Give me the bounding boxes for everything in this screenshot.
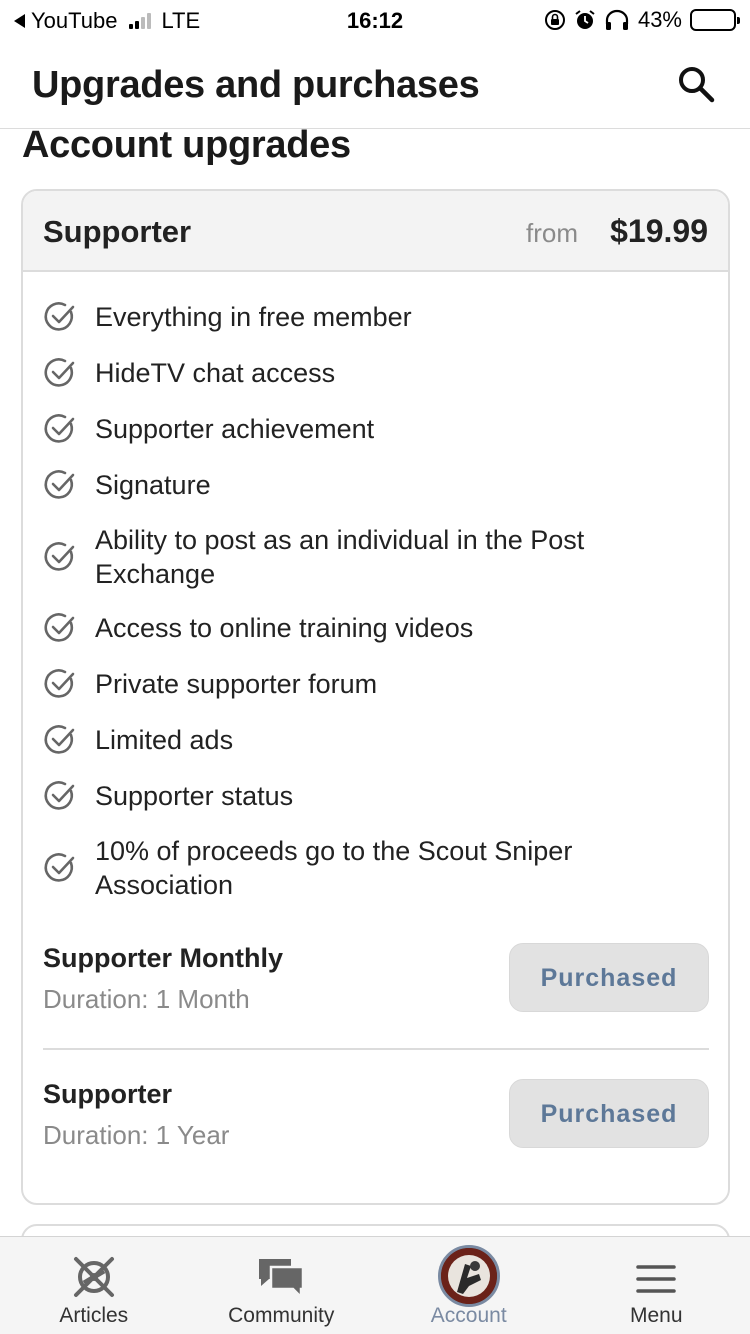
purchase-option: Supporter Monthly Duration: 1 Month Purc… xyxy=(43,943,709,1033)
feature-text: Ability to post as an individual in the … xyxy=(95,524,585,589)
tab-label: Account xyxy=(430,1304,507,1327)
check-circle-icon xyxy=(44,613,75,642)
plan-price: $19.99 xyxy=(610,213,708,249)
tab-menu[interactable]: Menu xyxy=(563,1237,750,1334)
avatar xyxy=(437,1245,500,1307)
feature-item: Supporter status xyxy=(43,768,703,824)
option-name: Supporter Monthly xyxy=(43,943,283,973)
feature-item: HideTV chat access xyxy=(43,345,703,401)
chat-bubbles-icon xyxy=(259,1259,305,1301)
page-title: Upgrades and purchases xyxy=(32,64,480,106)
feature-item: Everything in free member xyxy=(43,289,703,345)
check-circle-icon xyxy=(44,302,75,331)
feature-item: Private supporter forum xyxy=(43,656,703,712)
price-prefix: from xyxy=(526,218,578,248)
purchased-button[interactable]: Purchased xyxy=(509,943,709,1012)
feature-list: Everything in free member HideTV chat ac… xyxy=(43,289,703,911)
orientation-lock-icon xyxy=(544,10,565,30)
battery-icon xyxy=(690,9,740,31)
search-icon[interactable] xyxy=(674,62,718,106)
feature-text: Private supporter forum xyxy=(95,669,378,699)
feature-item: Supporter achievement xyxy=(43,401,703,457)
battery-percent: 43% xyxy=(637,7,682,32)
tab-account[interactable]: Account xyxy=(375,1237,563,1334)
feature-item: Limited ads xyxy=(43,712,703,768)
feature-text: Everything in free member xyxy=(95,302,412,332)
feature-text: Supporter achievement xyxy=(95,414,375,444)
purchase-option: Supporter Duration: 1 Year Purchased xyxy=(43,1079,709,1169)
section-title: Account upgrades xyxy=(22,124,351,166)
check-circle-icon xyxy=(44,414,75,443)
check-circle-icon xyxy=(44,541,75,571)
feature-item: Signature xyxy=(43,457,703,513)
plan-name: Supporter xyxy=(43,214,192,249)
check-circle-icon xyxy=(44,358,75,387)
option-name: Supporter xyxy=(43,1079,173,1109)
headphones-icon xyxy=(605,9,629,30)
purchased-button[interactable]: Purchased xyxy=(509,1079,709,1148)
feature-text: HideTV chat access xyxy=(95,358,336,388)
tab-bar: Articles Community Account Menu xyxy=(0,1236,750,1334)
feature-text: 10% of proceeds go to the Scout Sniper A… xyxy=(95,835,573,900)
check-circle-icon xyxy=(44,725,75,754)
app-header: Upgrades and purchases xyxy=(0,40,750,129)
feature-item: 10% of proceeds go to the Scout Sniper A… xyxy=(43,824,703,911)
upgrade-card: Supporter from $19.99 Everything in free… xyxy=(21,189,730,1205)
tab-label: Articles xyxy=(59,1304,129,1327)
option-duration: Duration: 1 Year xyxy=(43,1120,230,1150)
tab-label: Menu xyxy=(629,1304,683,1327)
check-circle-icon xyxy=(44,669,75,698)
divider xyxy=(43,1048,709,1050)
articles-logo-icon xyxy=(73,1257,114,1297)
feature-text: Access to online training videos xyxy=(95,613,474,643)
feature-item: Ability to post as an individual in the … xyxy=(43,513,703,600)
hamburger-menu-icon xyxy=(636,1265,676,1293)
card-header: Supporter from $19.99 xyxy=(23,191,728,272)
check-circle-icon xyxy=(44,470,75,499)
option-duration: Duration: 1 Month xyxy=(43,984,250,1014)
alarm-icon xyxy=(575,10,595,29)
check-circle-icon xyxy=(44,852,75,882)
feature-item: Access to online training videos xyxy=(43,600,703,656)
tab-articles[interactable]: Articles xyxy=(0,1237,188,1334)
feature-text: Supporter status xyxy=(95,781,294,811)
feature-text: Limited ads xyxy=(95,725,234,755)
feature-text: Signature xyxy=(95,470,211,500)
status-bar: YouTube LTE 16:12 43% xyxy=(0,0,750,40)
tab-label: Community xyxy=(228,1304,335,1327)
tab-community[interactable]: Community xyxy=(188,1237,376,1334)
check-circle-icon xyxy=(44,781,75,810)
